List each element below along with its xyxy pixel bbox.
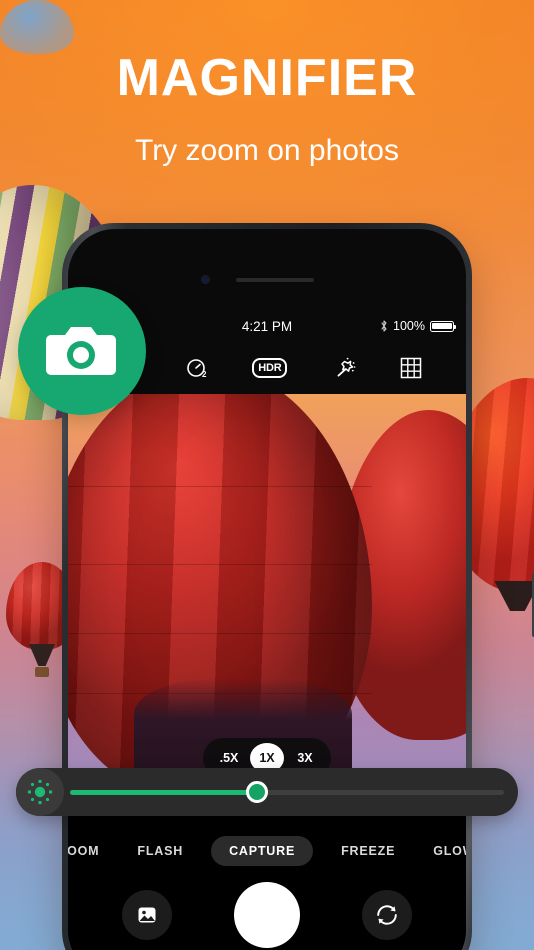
brightness-thumb[interactable] xyxy=(245,781,268,803)
brightness-slider[interactable] xyxy=(16,768,518,816)
battery-percent-label: 100% xyxy=(393,319,425,333)
camera-flip-button[interactable] xyxy=(362,890,412,940)
app-icon-badge xyxy=(18,287,146,415)
mode-zoom[interactable]: ZOOM xyxy=(68,836,109,866)
gallery-icon xyxy=(138,907,156,923)
mode-freeze[interactable]: FREEZE xyxy=(331,836,405,866)
timer-icon[interactable]: 2 xyxy=(185,356,209,380)
battery-full-icon xyxy=(430,320,457,332)
camera-action-row xyxy=(68,882,466,948)
hdr-icon[interactable]: HDR xyxy=(252,357,288,379)
mode-capture[interactable]: CAPTURE xyxy=(211,836,314,866)
brightness-track-fill xyxy=(70,789,257,795)
shutter-button[interactable] xyxy=(234,882,300,948)
bluetooth-icon xyxy=(381,320,387,332)
camera-bottom-bar: ZOOM FLASH CAPTURE FREEZE GLOW xyxy=(68,814,466,950)
viewfinder-balloon-main xyxy=(68,394,372,798)
camera-viewfinder[interactable]: .5X 1X 3X xyxy=(68,394,466,814)
magic-wand-icon[interactable] xyxy=(331,356,357,380)
brightness-icon xyxy=(16,768,64,816)
brightness-track-wrap[interactable] xyxy=(70,768,504,816)
grid-icon[interactable] xyxy=(400,357,422,379)
camera-flip-icon xyxy=(377,905,397,925)
gallery-button[interactable] xyxy=(122,890,172,940)
status-bar-right: 100% xyxy=(380,319,457,333)
mode-selector[interactable]: ZOOM FLASH CAPTURE FREEZE GLOW xyxy=(68,836,466,866)
page-subtitle: Try zoom on photos xyxy=(134,134,399,167)
svg-text:2: 2 xyxy=(202,370,207,379)
page-title: MAGNIFIER xyxy=(116,49,418,107)
mode-flash[interactable]: FLASH xyxy=(127,836,193,866)
mode-glow[interactable]: GLOW xyxy=(423,836,466,866)
camera-icon xyxy=(46,327,116,375)
promo-screenshot: MAGNIFIER Try zoom on photos 4:21 PM 100… xyxy=(0,0,534,950)
